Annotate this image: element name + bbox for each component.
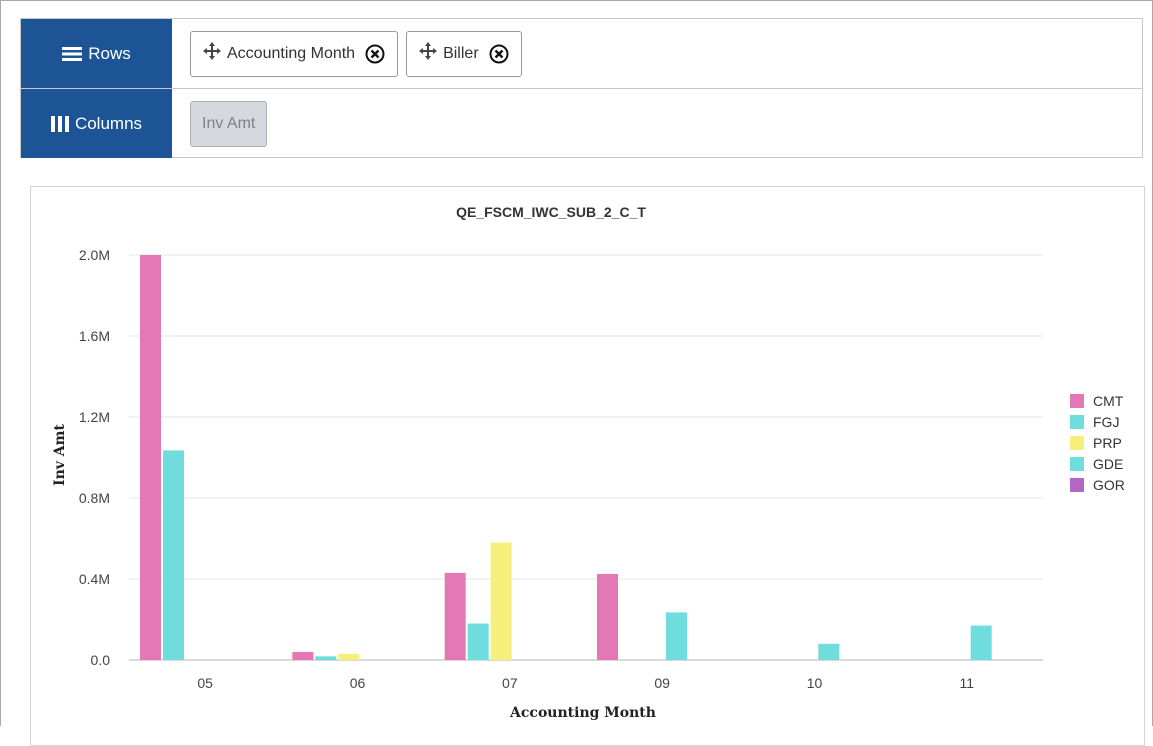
bar-fgj-06[interactable] (315, 656, 337, 660)
legend-label: FGJ (1093, 414, 1119, 430)
legend-item-gde[interactable]: GDE (1070, 456, 1123, 472)
chip-inv-amt[interactable]: Inv Amt (190, 100, 268, 147)
bar-fgj-05[interactable] (163, 450, 184, 660)
legend-item-fgj[interactable]: FGJ (1070, 414, 1119, 430)
bar-prp-07[interactable] (490, 542, 512, 660)
chart-title: QE_FSCM_IWC_SUB_2_C_T (456, 204, 646, 220)
bar-chart: QE_FSCM_IWC_SUB_2_C_T 0.0 0.4M 0.8M 1.2M 1.6… (52, 204, 1125, 721)
x-tick-label: 10 (807, 675, 823, 691)
y-tick-label: 0.8M (79, 490, 110, 506)
legend-item-cmt[interactable]: CMT (1070, 393, 1124, 409)
circle-x-icon[interactable] (365, 44, 385, 64)
legend-swatch (1070, 457, 1084, 471)
bar-prp-06[interactable] (338, 653, 360, 660)
legend-swatch (1070, 478, 1084, 492)
legend: CMT FGJ PRP GDE GOR (1070, 393, 1125, 493)
rows-drop-zone: Rows Accounting Month Biller (21, 19, 1142, 89)
rows-chip-list: Accounting Month Biller (172, 19, 522, 88)
x-tick-label: 11 (960, 675, 975, 691)
legend-swatch (1070, 394, 1084, 408)
bar-cmt-09[interactable] (597, 573, 618, 660)
columns-header: Columns (21, 89, 172, 158)
y-tick-label: 0.0 (91, 652, 111, 668)
bar-fgj-07[interactable] (467, 623, 489, 660)
move-arrows-icon[interactable] (419, 42, 438, 65)
chip-biller[interactable]: Biller (406, 30, 522, 77)
y-tick-label: 2.0M (79, 247, 110, 263)
rows-label: Rows (88, 43, 131, 63)
rows-header: Rows (21, 19, 172, 88)
columns-drop-zone: Columns Inv Amt (21, 89, 1142, 158)
legend-swatch (1070, 415, 1084, 429)
legend-label: GOR (1093, 477, 1125, 493)
window-left-border (0, 0, 1, 726)
legend-item-prp[interactable]: PRP (1070, 435, 1122, 451)
bars (140, 255, 992, 660)
window-top-border (0, 0, 1153, 1)
chip-label: Inv Amt (202, 114, 256, 132)
y-tick-label: 1.2M (79, 409, 110, 425)
move-arrows-icon[interactable] (203, 42, 221, 65)
chart-panel: QE_FSCM_IWC_SUB_2_C_T 0.0 0.4M 0.8M 1.2M 1.6… (30, 186, 1145, 746)
chip-accounting-month[interactable]: Accounting Month (190, 30, 399, 77)
legend-label: GDE (1093, 456, 1123, 472)
y-axis-title: Inv Amt (52, 424, 68, 486)
columns-icon (50, 115, 69, 133)
legend-swatch (1070, 436, 1084, 450)
y-tick-labels: 0.0 0.4M 0.8M 1.2M 1.6M 2.0M (79, 247, 110, 668)
x-tick-label: 09 (654, 675, 670, 691)
columns-chip-list: Inv Amt (172, 89, 268, 158)
circle-x-icon[interactable] (489, 44, 509, 64)
x-tick-label: 06 (350, 675, 366, 691)
bar-gde-10[interactable] (818, 643, 840, 660)
y-tick-label: 0.4M (79, 571, 110, 587)
bar-cmt-05[interactable] (140, 255, 161, 660)
x-tick-labels: 05 06 07 09 10 11 (197, 675, 974, 691)
x-tick-label: 07 (502, 675, 518, 691)
bar-gde-11[interactable] (970, 625, 992, 660)
bar-gde-09[interactable] (666, 612, 687, 660)
y-tick-label: 1.6M (79, 328, 110, 344)
bar-cmt-06[interactable] (292, 651, 314, 660)
legend-label: PRP (1093, 435, 1122, 451)
gridlines (129, 254, 1043, 661)
hamburger-icon (62, 46, 83, 62)
chip-label: Accounting Month (227, 44, 356, 62)
columns-label: Columns (74, 113, 143, 133)
bar-cmt-07[interactable] (444, 572, 466, 660)
x-tick-label: 05 (197, 675, 213, 691)
pivot-layout-panel: Rows Accounting Month Biller Columns Inv… (20, 18, 1143, 158)
legend-item-gor[interactable]: GOR (1070, 477, 1125, 493)
chip-label: Biller (443, 44, 479, 62)
x-axis-title: Accounting Month (509, 705, 656, 721)
legend-label: CMT (1093, 393, 1124, 409)
